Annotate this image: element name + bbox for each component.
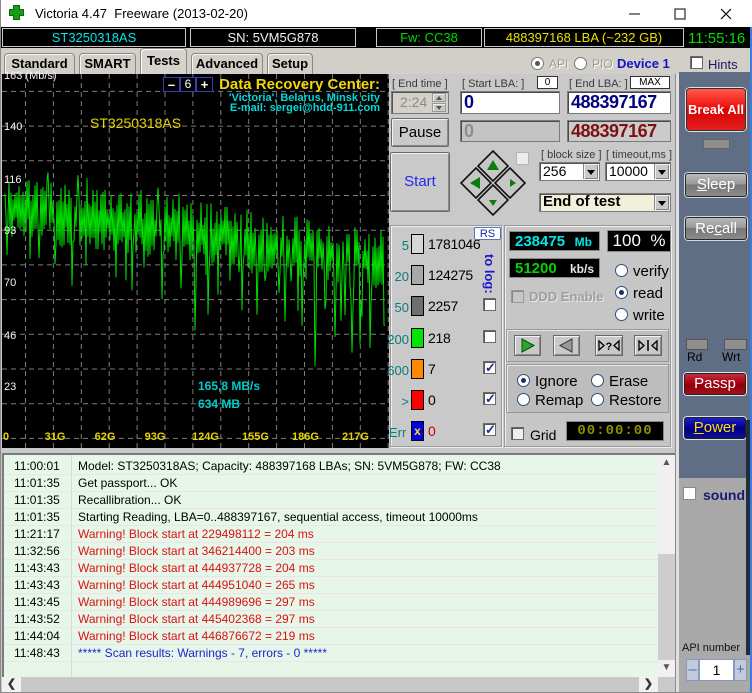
svg-text:?: ? xyxy=(606,341,613,353)
